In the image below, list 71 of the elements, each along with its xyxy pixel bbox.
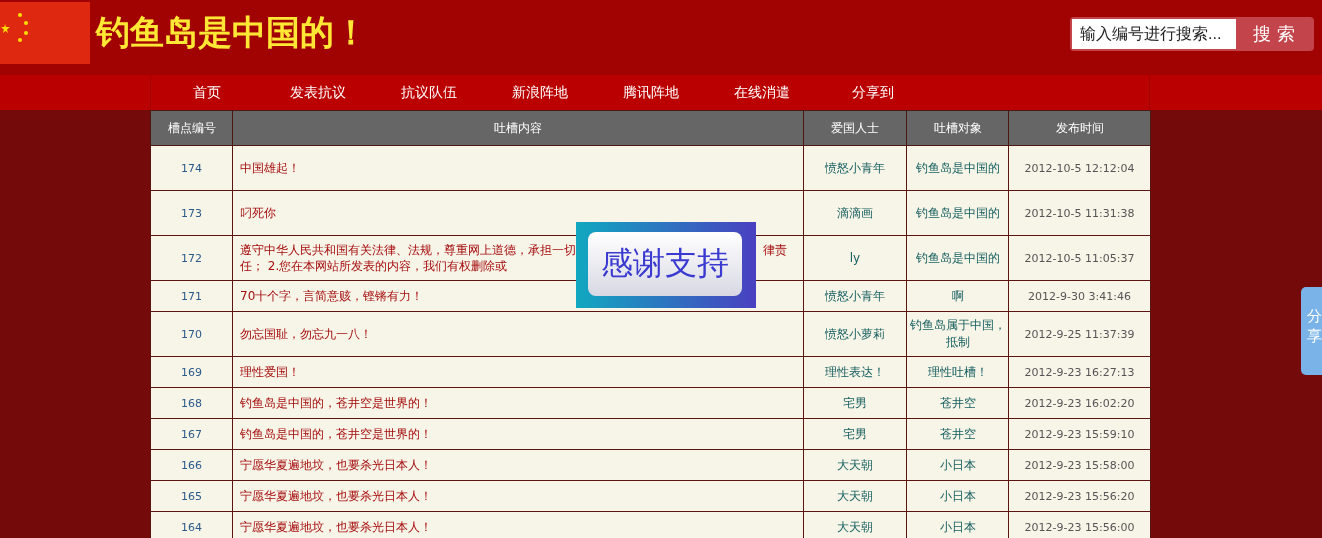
nav-link[interactable]: 腾讯阵地 bbox=[595, 75, 706, 110]
table-cell: 愤怒小萝莉 bbox=[803, 311, 907, 357]
table-cell: 171 bbox=[150, 280, 233, 312]
table-cell: 2012-9-25 11:37:39 bbox=[1008, 311, 1151, 357]
flag-icon bbox=[0, 1, 90, 64]
table-cell: 宅男 bbox=[803, 387, 907, 419]
table-cell: 2012-9-23 16:02:20 bbox=[1008, 387, 1151, 419]
table-cell: 169 bbox=[150, 356, 233, 388]
table-cell: 172 bbox=[150, 235, 233, 281]
content-text: 钓鱼岛是中国的，苍井空是世界的！ bbox=[240, 426, 432, 442]
table-cell: 理性吐槽！ bbox=[906, 356, 1009, 388]
table-cell: 168 bbox=[150, 387, 233, 419]
thanks-popup[interactable]: 感谢支持 bbox=[576, 222, 756, 308]
table-cell: 164 bbox=[150, 511, 233, 538]
table-cell: 173 bbox=[150, 190, 233, 236]
table-cell: 大天朝 bbox=[803, 480, 907, 512]
site-title: 钓鱼岛是中国的！ bbox=[96, 10, 369, 54]
nav-link[interactable]: 发表抗议 bbox=[262, 75, 373, 110]
table-cell: 2012-9-23 15:56:20 bbox=[1008, 480, 1151, 512]
table-cell: 165 bbox=[150, 480, 233, 512]
column-header: 槽点编号 bbox=[150, 110, 233, 146]
table-cell: 170 bbox=[150, 311, 233, 357]
column-header: 吐槽内容 bbox=[232, 110, 804, 146]
content-text: 宁愿华夏遍地坟，也要杀光日本人！ bbox=[240, 519, 432, 535]
nav-link[interactable]: 分享到 bbox=[817, 75, 928, 110]
content-text: 70十个字，言简意赅，铿锵有力！ bbox=[240, 288, 424, 304]
column-header: 爱国人士 bbox=[803, 110, 907, 146]
table-cell: 小日本 bbox=[906, 480, 1009, 512]
table-cell: 2012-9-23 15:59:10 bbox=[1008, 418, 1151, 450]
table-cell: ly bbox=[803, 235, 907, 281]
content-text: 任； 2.您在本网站所发表的内容，我们有权删除或 bbox=[240, 258, 508, 274]
popup-label: 感谢支持 bbox=[588, 232, 742, 296]
table-cell: 2012-9-30 3:41:46 bbox=[1008, 280, 1151, 312]
nav-link[interactable]: 在线消遣 bbox=[706, 75, 817, 110]
table-cell: 啊 bbox=[906, 280, 1009, 312]
content-text: 宁愿华夏遍地坟，也要杀光日本人！ bbox=[240, 488, 432, 504]
nav-link[interactable]: 首页 bbox=[151, 75, 262, 110]
table-cell: 钓鱼岛是中国的 bbox=[906, 235, 1009, 281]
table-cell: 166 bbox=[150, 449, 233, 481]
table-cell: 174 bbox=[150, 145, 233, 191]
nav-link[interactable]: 新浪阵地 bbox=[484, 75, 595, 110]
table-cell: 小日本 bbox=[906, 449, 1009, 481]
table-cell: 167 bbox=[150, 418, 233, 450]
table-cell: 宅男 bbox=[803, 418, 907, 450]
table-cell: 钓鱼岛属于中国，抵制 bbox=[906, 311, 1009, 357]
content-text: 叼死你 bbox=[240, 205, 276, 221]
content-text: 理性爱国！ bbox=[240, 364, 300, 380]
search-field[interactable]: 输入编号进行搜索... bbox=[1072, 18, 1236, 49]
table-cell: 2012-10-5 11:31:38 bbox=[1008, 190, 1151, 236]
content-text: 宁愿华夏遍地坟，也要杀光日本人！ bbox=[240, 457, 432, 473]
table-cell: 钓鱼岛是中国的 bbox=[906, 145, 1009, 191]
table-cell: 2012-9-23 15:58:00 bbox=[1008, 449, 1151, 481]
content-text: 勿忘国耻，勿忘九一八！ bbox=[240, 326, 372, 342]
column-header: 发布时间 bbox=[1008, 110, 1151, 146]
table-cell: 2012-10-5 11:05:37 bbox=[1008, 235, 1151, 281]
nav-link[interactable]: 抗议队伍 bbox=[373, 75, 484, 110]
content-text: 遵守中华人民共和国有关法律、法规，尊重网上道德，承担一切 bbox=[240, 242, 576, 258]
table-cell: 苍井空 bbox=[906, 418, 1009, 450]
table-cell: 滴滴画 bbox=[803, 190, 907, 236]
table-cell: 苍井空 bbox=[906, 387, 1009, 419]
table-cell: 大天朝 bbox=[803, 449, 907, 481]
table-cell: 钓鱼岛是中国的 bbox=[906, 190, 1009, 236]
table-cell: 愤怒小青年 bbox=[803, 145, 907, 191]
table-cell: 2012-9-23 16:27:13 bbox=[1008, 356, 1151, 388]
content-text: 中国雄起！ bbox=[240, 160, 300, 176]
column-header: 吐槽对象 bbox=[906, 110, 1009, 146]
table-cell: 愤怒小青年 bbox=[803, 280, 907, 312]
table-cell: 理性表达！ bbox=[803, 356, 907, 388]
table-cell: 2012-10-5 12:12:04 bbox=[1008, 145, 1151, 191]
content-text: 钓鱼岛是中国的，苍井空是世界的！ bbox=[240, 395, 432, 411]
content-text: 律责 bbox=[763, 242, 787, 258]
